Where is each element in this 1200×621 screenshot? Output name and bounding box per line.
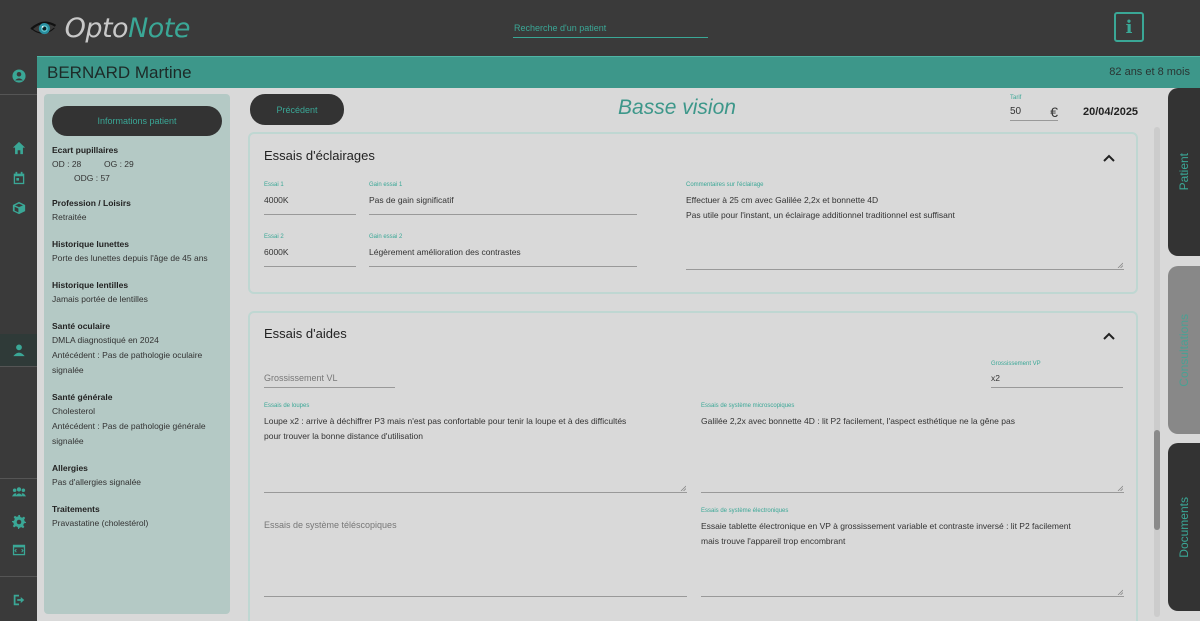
ecart-od: OD : 28	[52, 159, 82, 169]
eclairages-card: Essais d'éclairages Essai 1 4000K Gain e…	[248, 132, 1138, 294]
resize-handle-icon[interactable]	[1117, 485, 1123, 491]
scrollbar-track[interactable]	[1154, 127, 1160, 617]
aides-title: Essais d'aides	[264, 326, 347, 341]
telescopiques-field[interactable]: Essais de système téléscopiques	[264, 508, 687, 597]
patient-info-button[interactable]: Informations patient	[52, 106, 222, 136]
left-nav	[0, 56, 37, 621]
search-input[interactable]	[513, 20, 708, 36]
gain1-field[interactable]: Gain essai 1 Pas de gain significatif	[369, 182, 637, 215]
logo-text: OptoNote	[64, 12, 191, 44]
loupes-field[interactable]: Essais de loupes Loupe x2 : arrive à déc…	[264, 403, 687, 493]
grossissement-vl-field[interactable]: Grossissement VL	[264, 368, 395, 388]
logout-icon[interactable]	[0, 588, 37, 612]
info-label: Profession / Loisirs	[52, 198, 131, 208]
eclairages-title: Essais d'éclairages	[264, 148, 375, 163]
info-value: Pravastatine (cholestérol)	[52, 518, 149, 528]
eye-logo-icon	[30, 21, 57, 35]
electroniques-field[interactable]: Essais de système électroniques Essaie t…	[701, 508, 1124, 597]
info-value: signalée	[52, 365, 84, 375]
resize-handle-icon[interactable]	[1117, 262, 1123, 268]
patient-info-panel: Informations patient Ecart pupillaires O…	[44, 94, 230, 614]
home-icon[interactable]	[0, 136, 37, 160]
info-value: Antécédent : Pas de pathologie oculaire	[52, 350, 203, 360]
patient-name: BERNARD Martine	[47, 63, 192, 82]
info-value: Jamais portée de lentilles	[52, 294, 148, 304]
grossissement-vp-field[interactable]: Grossissement VP x2	[991, 361, 1123, 388]
info-label: Traitements	[52, 504, 100, 514]
info-value: Antécédent : Pas de pathologie générale	[52, 421, 206, 431]
tarif-field[interactable]: Tarif 50 €	[1010, 95, 1058, 121]
patient-icon[interactable]	[0, 334, 37, 366]
patient-age: 82 ans et 8 mois	[1109, 66, 1190, 78]
info-value: Pas d'allergies signalée	[52, 477, 142, 487]
patient-search	[513, 18, 708, 38]
microscopiques-field[interactable]: Essais de système microscopiques Galilée…	[701, 403, 1124, 493]
ecart-og: OG : 29	[104, 159, 134, 169]
code-window-icon[interactable]	[0, 538, 37, 562]
info-label: Santé oculaire	[52, 321, 111, 331]
ecart-odg: ODG : 57	[74, 173, 110, 183]
previous-button[interactable]: Précédent	[250, 94, 344, 125]
info-value: Retraitée	[52, 212, 87, 222]
resize-handle-icon[interactable]	[1117, 589, 1123, 595]
ecart-label: Ecart pupillaires	[52, 145, 119, 155]
info-value: DMLA diagnostiqué en 2024	[52, 335, 159, 345]
resize-handle-icon[interactable]	[680, 485, 686, 491]
tab-consultations[interactable]: Consultations	[1168, 266, 1200, 434]
info-value: Cholesterol	[52, 406, 95, 416]
info-label: Santé générale	[52, 392, 113, 402]
tab-documents[interactable]: Documents	[1168, 443, 1200, 611]
page-title: Basse vision	[618, 96, 736, 119]
gain2-field[interactable]: Gain essai 2 Légèrement amélioration des…	[369, 234, 637, 267]
top-bar: OptoNote i	[0, 0, 1200, 56]
tab-patient[interactable]: Patient	[1168, 88, 1200, 256]
info-label: Allergies	[52, 463, 88, 473]
scrollbar-thumb[interactable]	[1154, 430, 1160, 530]
essai2-field[interactable]: Essai 2 6000K	[264, 234, 356, 267]
essai1-field[interactable]: Essai 1 4000K	[264, 182, 356, 215]
aides-card: Essais d'aides Grossissement VL Grossiss…	[248, 311, 1138, 621]
box-icon[interactable]	[0, 196, 37, 220]
patient-header: BERNARD Martine 82 ans et 8 mois	[37, 56, 1200, 88]
settings-icon[interactable]	[0, 510, 37, 534]
account-icon[interactable]	[0, 64, 37, 88]
calendar-icon[interactable]	[0, 166, 37, 190]
patient-info-content: Ecart pupillaires OD : 28 OG : 29 ODG : …	[52, 145, 228, 545]
collapse-chevron-icon[interactable]	[1102, 328, 1116, 340]
eclairage-comment-field[interactable]: Commentaires sur l'éclairage Effectuer à…	[686, 182, 1124, 270]
info-label: Historique lunettes	[52, 239, 129, 249]
info-value: signalée	[52, 436, 84, 446]
app-logo[interactable]: OptoNote	[30, 8, 190, 48]
info-value: Porte des lunettes depuis l'âge de 45 an…	[52, 253, 208, 263]
collapse-chevron-icon[interactable]	[1102, 150, 1116, 162]
euro-icon: €	[1050, 103, 1058, 120]
info-label: Historique lentilles	[52, 280, 129, 290]
info-button[interactable]: i	[1114, 12, 1144, 42]
consultation-date: 20/04/2025	[1083, 106, 1139, 118]
users-icon[interactable]	[0, 480, 37, 504]
tarif-value[interactable]: 50	[1010, 106, 1021, 117]
tarif-label: Tarif	[1010, 95, 1022, 101]
